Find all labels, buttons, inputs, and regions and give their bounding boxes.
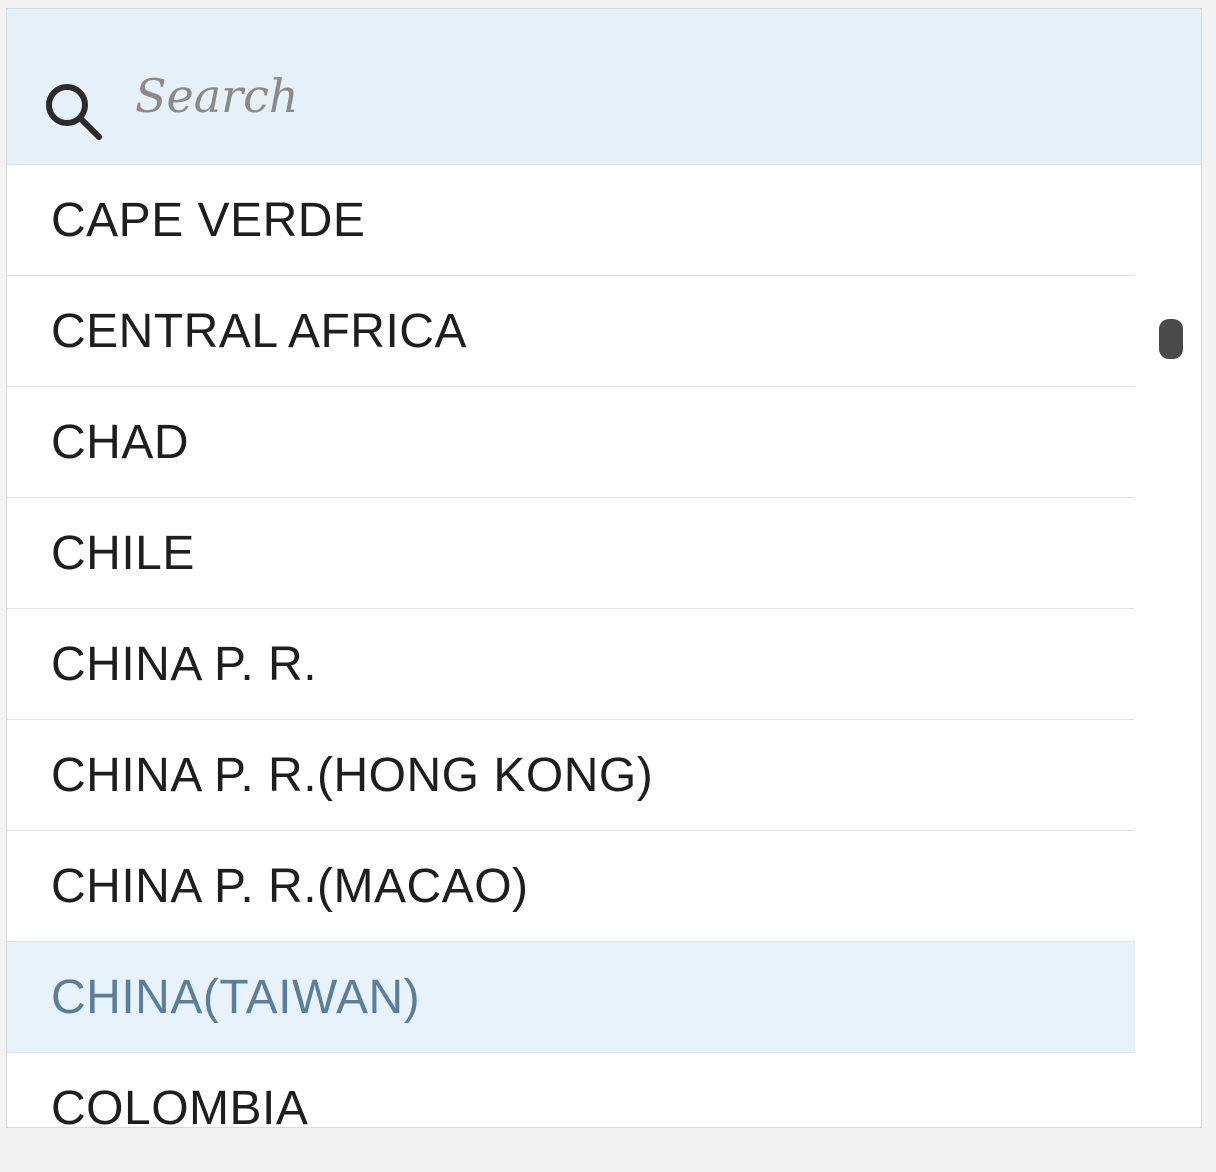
country-dropdown: CAPE VERDE CENTRAL AFRICA CHAD CHILE CHI…: [6, 8, 1202, 1128]
scrollbar-thumb[interactable]: [1159, 319, 1183, 359]
country-options-list: CAPE VERDE CENTRAL AFRICA CHAD CHILE CHI…: [7, 165, 1135, 1127]
search-icon: [41, 79, 107, 145]
option-chad[interactable]: CHAD: [7, 387, 1135, 498]
search-input[interactable]: [135, 61, 1135, 131]
search-bar: [7, 9, 1201, 165]
option-cape-verde[interactable]: CAPE VERDE: [7, 165, 1135, 276]
option-china-pr[interactable]: CHINA P. R.: [7, 609, 1135, 720]
option-china-macao[interactable]: CHINA P. R.(MACAO): [7, 831, 1135, 942]
option-colombia[interactable]: COLOMBIA: [7, 1053, 1135, 1127]
option-china-hong-kong[interactable]: CHINA P. R.(HONG KONG): [7, 720, 1135, 831]
option-chile[interactable]: CHILE: [7, 498, 1135, 609]
screen: CAPE VERDE CENTRAL AFRICA CHAD CHILE CHI…: [0, 0, 1216, 1172]
option-china-taiwan[interactable]: CHINA(TAIWAN): [7, 942, 1135, 1053]
option-central-africa[interactable]: CENTRAL AFRICA: [7, 276, 1135, 387]
scrollbar-track[interactable]: [1147, 165, 1195, 1125]
